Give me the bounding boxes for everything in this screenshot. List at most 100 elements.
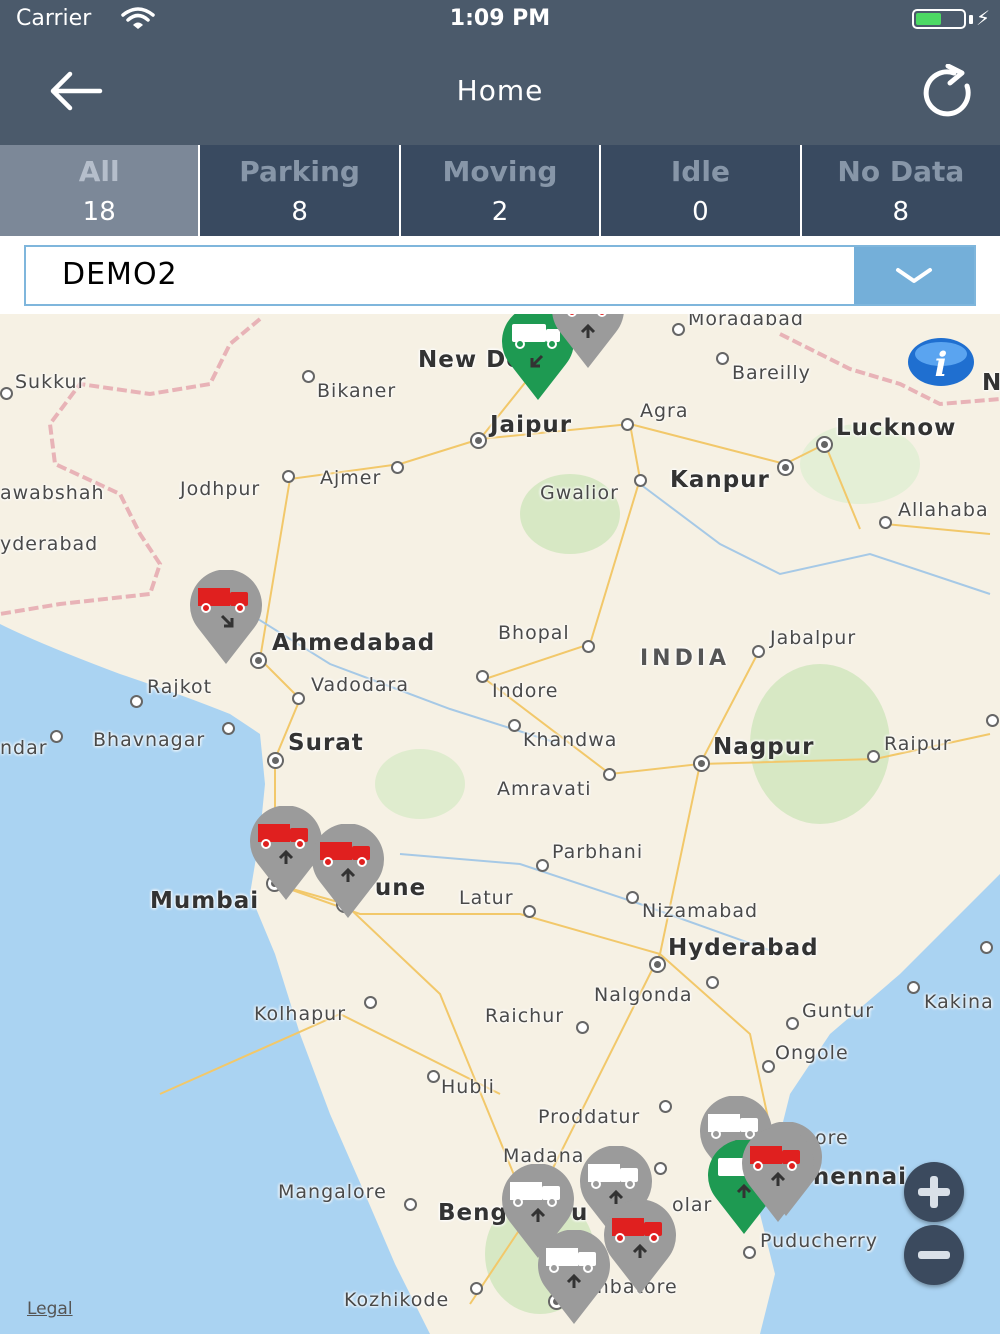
- tab-moving[interactable]: Moving 2: [400, 145, 602, 236]
- city-dot: [470, 432, 487, 449]
- city-label: Kozhikode: [344, 1289, 450, 1311]
- city-dot: [879, 516, 892, 529]
- tab-all[interactable]: All 18: [0, 145, 201, 236]
- tab-parking[interactable]: Parking 8: [200, 145, 401, 236]
- city-label: Indore: [492, 680, 559, 702]
- tab-idle[interactable]: Idle 0: [601, 145, 802, 236]
- city-label: Kakina: [924, 991, 994, 1013]
- battery-tip: [969, 15, 973, 24]
- chevron-down-icon: [896, 268, 932, 283]
- tab-label: No Data: [837, 155, 965, 188]
- city-dot: [50, 730, 63, 743]
- city-dot: [523, 905, 536, 918]
- tab-count: 0: [692, 197, 709, 227]
- city-dot: [634, 474, 647, 487]
- tab-count: 2: [491, 197, 509, 227]
- city-label: Agra: [640, 400, 689, 422]
- status-filter-tabs: All 18 Parking 8 Moving 2 Idle 0 No Data…: [0, 145, 1000, 236]
- city-dot: [536, 859, 549, 872]
- city-dot: [427, 1070, 440, 1083]
- city-dot: [762, 1060, 775, 1073]
- city-dot: [267, 752, 284, 769]
- legal-link[interactable]: Legal: [27, 1299, 73, 1319]
- city-label: Bikaner: [317, 380, 397, 402]
- city-label: yderabad: [0, 533, 99, 555]
- city-dot: [659, 1100, 672, 1113]
- city-label: Kanpur: [670, 467, 770, 493]
- nodata-truck-marker[interactable]: [534, 1230, 614, 1326]
- city-label: Vadodara: [311, 674, 410, 696]
- city-label: Ongole: [775, 1042, 849, 1064]
- city-dot: [672, 323, 685, 336]
- city-dot: [130, 695, 143, 708]
- tab-no-data[interactable]: No Data 8: [801, 145, 1000, 236]
- city-label: ndar: [0, 737, 48, 759]
- refresh-icon[interactable]: [918, 64, 980, 120]
- tab-label: Idle: [670, 155, 730, 188]
- tab-count: 8: [892, 197, 910, 227]
- city-dot: [0, 387, 13, 400]
- city-label: Jodhpur: [180, 478, 261, 500]
- city-dot: [603, 768, 616, 781]
- page-title: Home: [456, 74, 544, 107]
- parking-truck-marker[interactable]: [308, 824, 388, 920]
- city-label: Ajmer: [320, 467, 382, 489]
- parking-truck-marker[interactable]: [186, 570, 266, 666]
- tab-label: Parking: [239, 155, 360, 188]
- city-label: Guntur: [802, 1000, 875, 1022]
- city-dot: [292, 692, 305, 705]
- city-dot: [743, 1246, 756, 1259]
- city-label: Lucknow: [836, 415, 957, 441]
- city-label: Bhopal: [498, 622, 570, 644]
- city-dot: [508, 719, 521, 732]
- parking-truck-marker[interactable]: [738, 1128, 818, 1224]
- city-label: Mumbai: [150, 888, 260, 914]
- minus-icon-bar: [918, 1251, 950, 1259]
- city-label: Parbhani: [552, 841, 644, 863]
- city-dot: [302, 370, 315, 383]
- city-dot: [282, 470, 295, 483]
- city-label: Surat: [288, 730, 364, 756]
- zoom-out-button[interactable]: [904, 1225, 964, 1285]
- plus-icon-bar: [930, 1176, 938, 1208]
- vehicle-dropdown[interactable]: DEMO2: [24, 245, 976, 306]
- city-label: Bhavnagar: [93, 729, 206, 751]
- city-label: Rajkot: [147, 676, 213, 698]
- city-dot: [706, 976, 719, 989]
- map-view[interactable]: Moradabad New Delhi Sukkur Bikaner Barei…: [0, 314, 1000, 1334]
- city-dot: [476, 670, 489, 683]
- city-label: Amravati: [497, 778, 592, 800]
- city-dot: [693, 755, 710, 772]
- city-label: Proddatur: [538, 1106, 641, 1128]
- clock: 1:09 PM: [449, 6, 551, 31]
- city-dot: [649, 956, 666, 973]
- city-label: awabshah: [0, 482, 105, 504]
- vehicle-dropdown-value: DEMO2: [62, 257, 178, 292]
- tab-label: All: [78, 155, 120, 188]
- zoom-in-button[interactable]: [904, 1162, 964, 1222]
- city-label: Jaipur: [490, 412, 573, 438]
- dropdown-toggle-button[interactable]: [854, 247, 974, 304]
- city-label: Latur: [459, 887, 514, 909]
- city-dot: [777, 459, 794, 476]
- city-label: Moradabad: [688, 314, 804, 330]
- tab-label: Moving: [442, 155, 558, 188]
- city-dot: [222, 722, 235, 735]
- city-label: N: [982, 370, 1000, 396]
- city-label: Gwalior: [540, 482, 619, 504]
- city-dot: [404, 1198, 417, 1211]
- city-label: Ahmedabad: [272, 630, 436, 656]
- city-dot: [576, 1021, 589, 1034]
- city-label: Sukkur: [15, 371, 87, 393]
- city-dot: [364, 996, 377, 1009]
- city-label: Nagpur: [713, 734, 815, 760]
- city-label: Nizamabad: [642, 900, 759, 922]
- svg-text:i: i: [935, 345, 948, 385]
- info-icon[interactable]: i: [906, 336, 976, 388]
- city-label: Bareilly: [732, 362, 811, 384]
- parking-truck-marker[interactable]: [548, 314, 628, 370]
- battery-icon: [912, 9, 966, 29]
- city-label: Mangalore: [278, 1181, 387, 1203]
- city-label: Raipur: [884, 733, 952, 755]
- city-dot: [867, 750, 880, 763]
